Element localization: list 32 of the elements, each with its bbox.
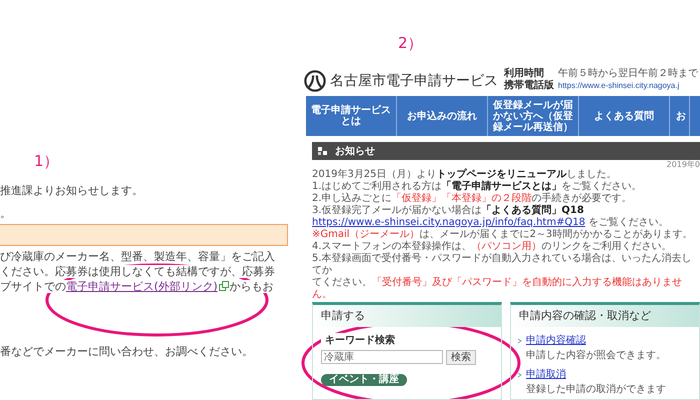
- notice-line: 2019年3月25日（月）より トップページをリニューアルしました。: [312, 169, 618, 180]
- annotation-label: 2）: [398, 33, 423, 54]
- link[interactable]: https://www.e-shinsei.city.nagoya.jp/info/faq.htm#Q18: [312, 217, 586, 228]
- notice-line: 5.本登録画面で受付番号・パスワードが自動入力されている場合は、いったん消去してか: [312, 253, 693, 276]
- link[interactable]: 申請取消: [526, 367, 566, 382]
- annotation-label: 1）: [34, 151, 59, 172]
- search-button[interactable]: 検索: [446, 350, 476, 365]
- link[interactable]: https://www.e-shinsei.city.nagoya.j: [558, 80, 698, 92]
- label: 携帯電話版: [504, 80, 554, 92]
- external-link-icon: [218, 281, 229, 291]
- text: 午前５時から翌日午前２時まで: [558, 68, 698, 80]
- description: 申請した内容が照会できます。: [525, 348, 667, 363]
- bullet-icon: [318, 146, 327, 156]
- date: 2019年0: [666, 160, 700, 169]
- section-title: お知らせ: [335, 144, 375, 158]
- logo-icon: [304, 70, 326, 92]
- link[interactable]: 申請内容確認: [526, 333, 586, 348]
- notice-line: ※Gmail（ジーメール）は、メールが届くまでに2～3時間がかかることがあります。: [312, 229, 694, 240]
- search-field[interactable]: 冷蔵庫: [321, 350, 443, 364]
- category-tag[interactable]: イベント・講座: [321, 374, 407, 386]
- text: からもお: [230, 280, 274, 293]
- label: 利用時間: [504, 68, 545, 80]
- description: 登録した申請の取消ができます: [525, 382, 667, 397]
- notice-line: 2.申し込みごとに「仮登録」「本登録」の２段階の手続きが必要です。: [312, 193, 633, 204]
- notice-line: 3.仮登録完了メールが届かない場合は「よくある質問」Q18 https://www.e-shinsei.city.nagoya.jp/info/faq.htm#Q18 をご覧ください。: [312, 205, 670, 228]
- text: ブサイトでの: [0, 280, 66, 293]
- link[interactable]: 電子申請サービス(外部リンク): [66, 280, 218, 293]
- notice-line: 1.はじめてご利用される方は「電子申請サービスとは」をご覧ください。: [312, 181, 643, 192]
- notice-line: てください。「受付番号」及び「パスワード」を自動的に入力する機能はありません。: [312, 277, 683, 301]
- field-label: キーワード検索: [321, 333, 395, 348]
- site-title: 名古屋市電子申請サービス: [330, 72, 498, 91]
- notice-line: 4.スマートフォンの本登録操作は、（パソコン用）のリンクをご利用ください。: [312, 241, 673, 252]
